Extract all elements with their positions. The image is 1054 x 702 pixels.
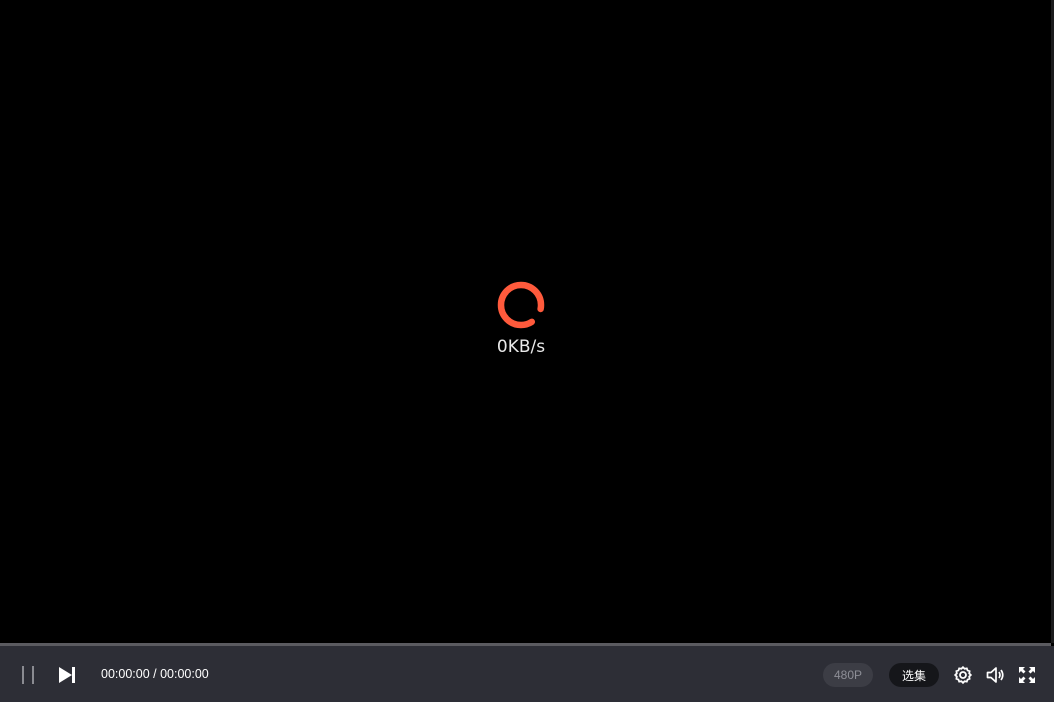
video-area[interactable]: 0KB/s	[0, 0, 1051, 643]
gear-icon	[953, 665, 973, 685]
settings-button[interactable]	[952, 664, 974, 686]
control-bar: 00:00:00 / 00:00:00 480P 选集	[0, 646, 1054, 702]
pause-button[interactable]	[18, 664, 40, 686]
fullscreen-button[interactable]	[1016, 664, 1038, 686]
fullscreen-icon	[1019, 667, 1035, 683]
video-player: 0KB/s 00:00:00 / 00:00:00 480P 选集	[0, 0, 1054, 702]
time-display: 00:00:00 / 00:00:00	[101, 667, 209, 681]
next-button[interactable]	[56, 664, 78, 686]
download-speed: 0KB/s	[496, 337, 546, 357]
pause-icon	[22, 666, 34, 684]
volume-icon	[986, 667, 1004, 683]
loading-spinner-icon	[497, 281, 545, 329]
next-icon	[59, 667, 75, 683]
episodes-button[interactable]: 选集	[889, 663, 939, 687]
quality-button[interactable]: 480P	[823, 663, 873, 687]
volume-button[interactable]	[984, 664, 1006, 686]
